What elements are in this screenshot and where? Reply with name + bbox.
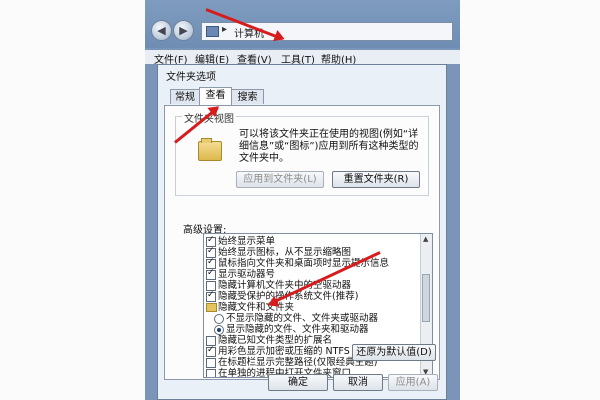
folder-views-group: 文件夹视图 可以将该文件夹正在使用的视图(例如“详细信息”或“图标”)应用到所有… (175, 110, 429, 196)
cancel-button[interactable]: 取消 (333, 374, 383, 391)
setting-label: 隐藏计算机文件夹中的空驱动器 (218, 280, 352, 291)
apply-to-folders-button[interactable]: 应用到文件夹(L) (236, 171, 324, 188)
breadcrumb-arrow-icon: ▸ (222, 24, 228, 35)
setting-checkbox[interactable] (206, 268, 216, 280)
restore-defaults-button[interactable]: 还原为默认值(D) (352, 344, 436, 361)
scroll-up-icon[interactable]: ▲ (423, 235, 428, 243)
setting-label: 隐藏文件和文件夹 (218, 302, 295, 313)
setting-label: 不显示隐藏的文件、文件夹或驱动器 (226, 313, 379, 324)
setting-checkbox[interactable] (206, 369, 216, 377)
setting-radio[interactable] (214, 314, 224, 324)
folder-options-dialog: 文件夹选项 常规 查看 搜索 文件夹视图 可以将该文件夹正在使用的视图(例如“详… (157, 64, 447, 400)
tab-search[interactable]: 搜索 (231, 89, 264, 104)
setting-label: 显示驱动器号 (218, 269, 276, 280)
folder-views-icon (198, 138, 222, 161)
back-button[interactable]: ◀ (151, 20, 172, 41)
setting-checkbox[interactable] (206, 358, 216, 368)
scroll-thumb[interactable] (422, 274, 430, 322)
tab-general[interactable]: 常规 (170, 89, 200, 104)
right-background (460, 0, 600, 400)
folder-icon (206, 303, 217, 312)
setting-checkbox[interactable] (206, 290, 216, 302)
address-bar[interactable]: ▸ 计算机 (201, 22, 453, 41)
left-background (0, 0, 145, 400)
computer-icon (206, 26, 219, 37)
setting-radio[interactable] (214, 325, 224, 335)
setting-label: 始终显示菜单 (218, 236, 276, 247)
setting-label: 始终显示图标，从不显示缩略图 (218, 247, 352, 258)
setting-label: 隐藏已知文件类型的扩展名 (218, 335, 333, 346)
forward-button[interactable]: ▶ (173, 20, 194, 41)
setting-label: 用彩色显示加密或压缩的 NTFS 文件 (218, 346, 372, 357)
tab-view[interactable]: 查看 (199, 87, 232, 105)
view-tab-panel: 文件夹视图 可以将该文件夹正在使用的视图(例如“详细信息”或“图标”)应用到所有… (164, 105, 440, 380)
setting-checkbox[interactable] (206, 345, 216, 357)
reset-folders-button[interactable]: 重置文件夹(R) (332, 171, 420, 188)
folder-views-description: 可以将该文件夹正在使用的视图(例如“详细信息”或“图标”)应用到所有这种类型的文… (239, 129, 419, 164)
apply-button[interactable]: 应用(A) (388, 374, 438, 391)
dialog-title: 文件夹选项 (166, 72, 216, 83)
setting-label: 显示隐藏的文件、文件夹和驱动器 (226, 324, 369, 335)
ok-button[interactable]: 确定 (268, 374, 328, 391)
